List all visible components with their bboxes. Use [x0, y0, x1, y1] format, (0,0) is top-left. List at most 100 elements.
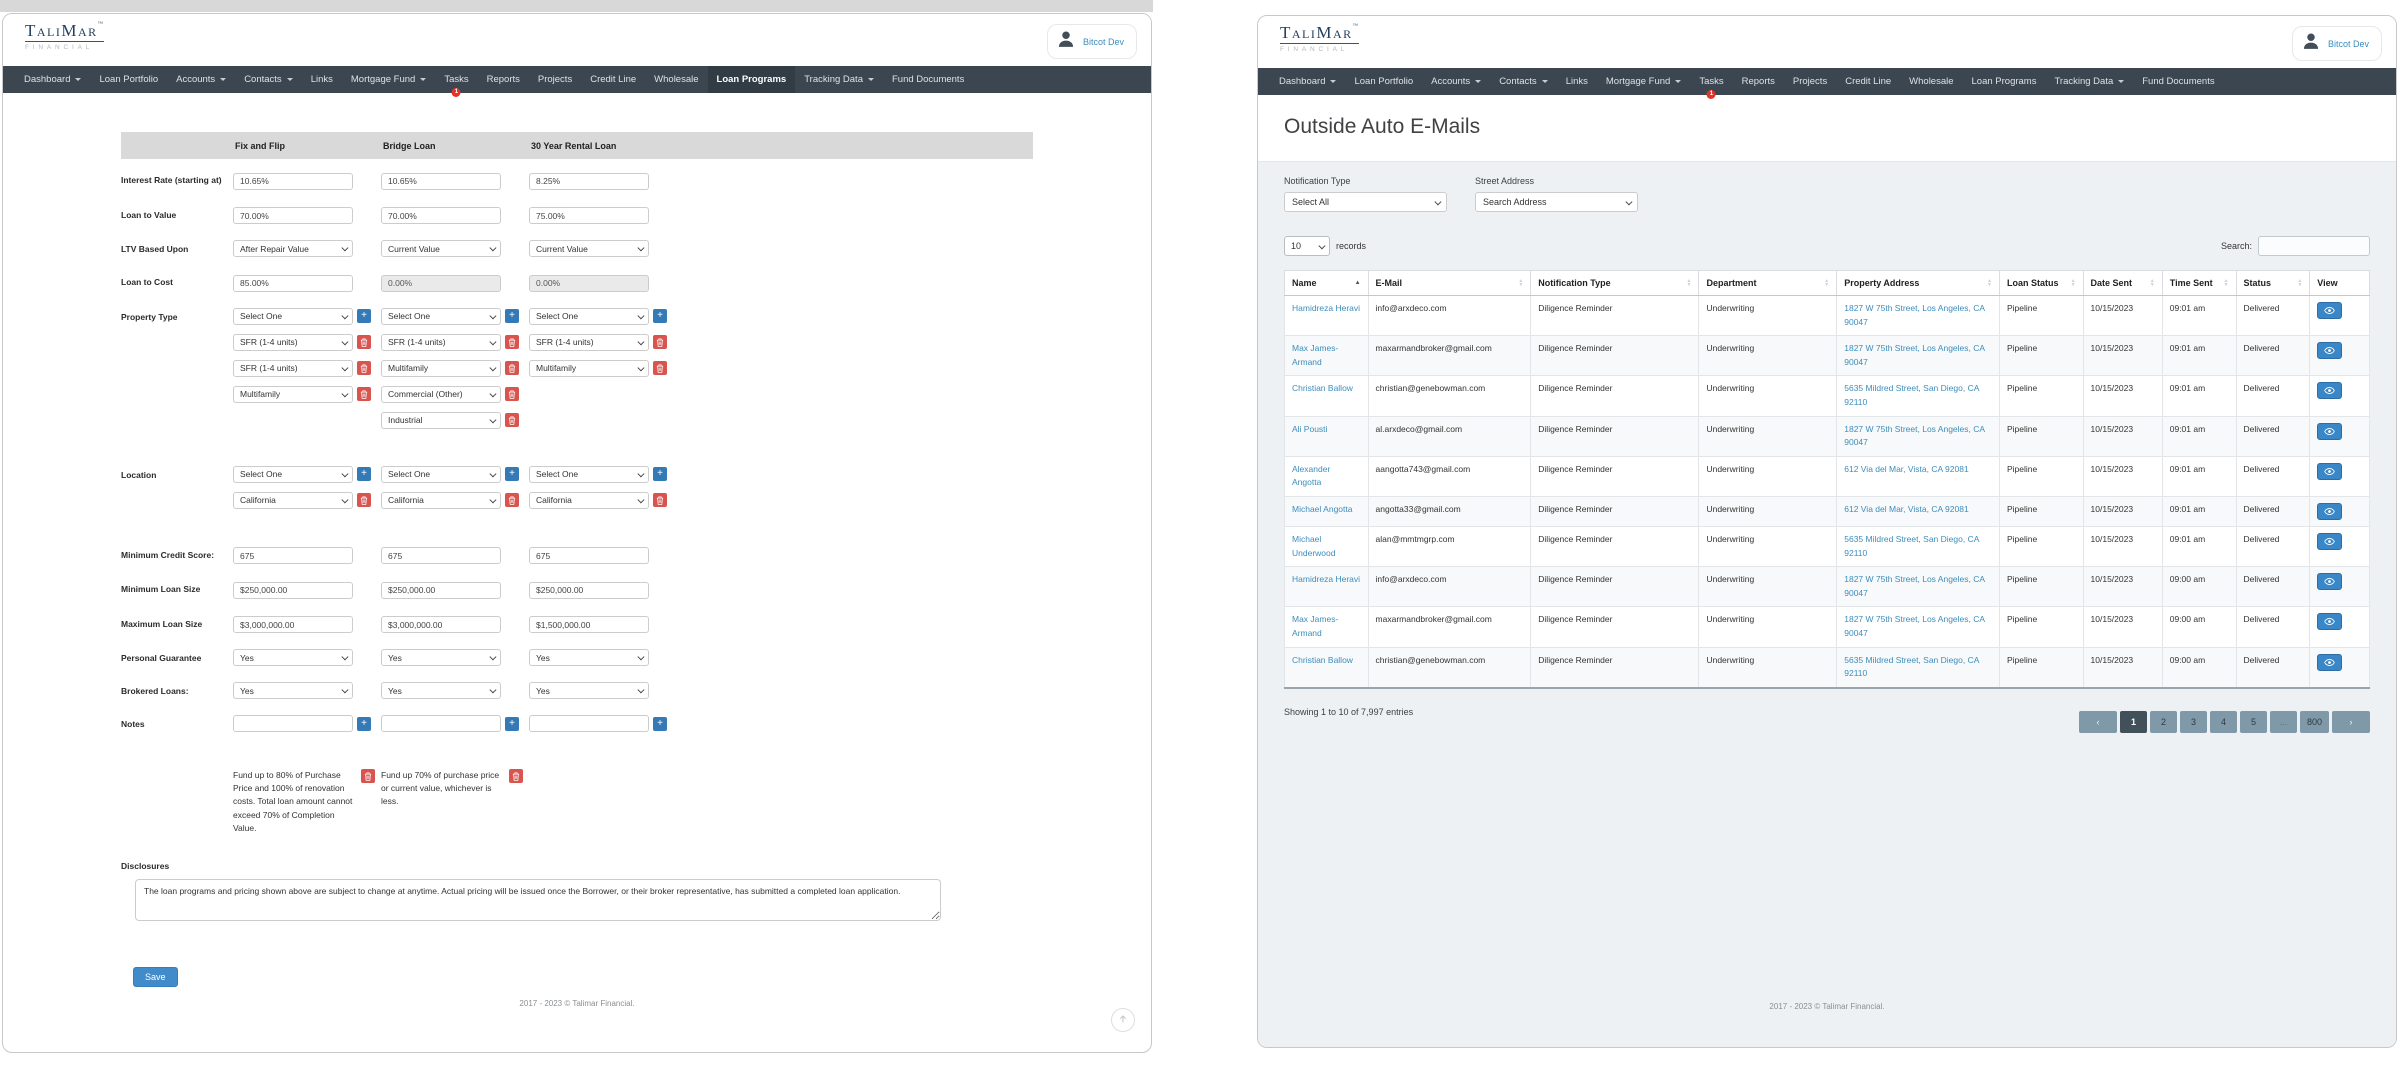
property-type-select[interactable]: SFR (1-4 units): [381, 334, 501, 351]
nav-item-contacts[interactable]: Contacts: [1490, 68, 1557, 95]
property-address-link[interactable]: 5635 Mildred Street, San Diego, CA 92110: [1844, 655, 1979, 679]
name-link[interactable]: Ali Pousti: [1292, 424, 1327, 434]
column-header-time-sent[interactable]: Time Sent▲▼: [2162, 271, 2236, 296]
add-option-button[interactable]: +: [505, 309, 519, 323]
location-select[interactable]: California: [381, 492, 501, 509]
view-email-button[interactable]: [2317, 573, 2342, 590]
view-email-button[interactable]: [2317, 302, 2342, 319]
property-type-select[interactable]: SFR (1-4 units): [529, 334, 649, 351]
nav-item-fund-documents[interactable]: Fund Documents: [883, 66, 973, 93]
property-address-link[interactable]: 612 Via del Mar, Vista, CA 92081: [1844, 504, 1968, 514]
property-address-link[interactable]: 1827 W 75th Street, Los Angeles, CA 9004…: [1844, 343, 1984, 367]
interest-rate-starting-at-input[interactable]: [381, 173, 501, 190]
maximum-loan-size-input[interactable]: [529, 616, 649, 633]
property-type-select[interactable]: Select One: [233, 308, 353, 325]
save-button[interactable]: Save: [133, 967, 178, 987]
column-header-date-sent[interactable]: Date Sent▲▼: [2083, 271, 2162, 296]
name-link[interactable]: Hamidreza Heravi: [1292, 303, 1360, 313]
pagination-page-5[interactable]: 5: [2240, 711, 2267, 733]
pagination-page-2[interactable]: 2: [2150, 711, 2177, 733]
nav-item-dashboard[interactable]: Dashboard: [15, 66, 90, 93]
nav-item-fund-documents[interactable]: Fund Documents: [2133, 68, 2223, 95]
nav-item-projects[interactable]: Projects: [529, 66, 581, 93]
property-address-link[interactable]: 5635 Mildred Street, San Diego, CA 92110: [1844, 383, 1979, 407]
location-select[interactable]: Select One: [233, 466, 353, 483]
scroll-top-button[interactable]: [1111, 1008, 1135, 1032]
name-link[interactable]: Michael Angotta: [1292, 504, 1352, 514]
add-option-button[interactable]: +: [505, 467, 519, 481]
view-email-button[interactable]: [2317, 382, 2342, 399]
location-select[interactable]: Select One: [529, 466, 649, 483]
loan-to-value-input[interactable]: [529, 207, 649, 224]
property-type-select[interactable]: Industrial: [381, 412, 501, 429]
records-per-page-select[interactable]: 10: [1284, 236, 1330, 256]
nav-item-links[interactable]: Links: [1557, 68, 1597, 95]
name-link[interactable]: Christian Ballow: [1292, 383, 1353, 393]
add-option-button[interactable]: +: [505, 717, 519, 731]
ltv-based-upon-select[interactable]: Current Value: [529, 240, 649, 257]
notes-input[interactable]: [233, 715, 353, 732]
location-select[interactable]: California: [233, 492, 353, 509]
nav-item-credit-line[interactable]: Credit Line: [581, 66, 645, 93]
delete-option-button[interactable]: [505, 387, 519, 401]
property-type-select[interactable]: Multifamily: [233, 386, 353, 403]
notes-input[interactable]: [529, 715, 649, 732]
name-link[interactable]: Christian Ballow: [1292, 655, 1353, 665]
view-email-button[interactable]: [2317, 654, 2342, 671]
view-email-button[interactable]: [2317, 533, 2342, 550]
personal-guarantee-select[interactable]: Yes: [233, 649, 353, 666]
brokered-loans-select[interactable]: Yes: [381, 682, 501, 699]
nav-item-mortgage-fund[interactable]: Mortgage Fund: [1597, 68, 1690, 95]
property-type-select[interactable]: SFR (1-4 units): [233, 360, 353, 377]
view-email-button[interactable]: [2317, 423, 2342, 440]
brokered-loans-select[interactable]: Yes: [529, 682, 649, 699]
column-header-status[interactable]: Status▲▼: [2236, 271, 2310, 296]
column-header-department[interactable]: Department▲▼: [1699, 271, 1837, 296]
view-email-button[interactable]: [2317, 613, 2342, 630]
nav-item-tracking-data[interactable]: Tracking Data: [795, 66, 883, 93]
property-address-link[interactable]: 1827 W 75th Street, Los Angeles, CA 9004…: [1844, 614, 1984, 638]
loan-to-value-input[interactable]: [233, 207, 353, 224]
nav-item-tasks[interactable]: Tasks1: [435, 66, 477, 93]
add-option-button[interactable]: +: [653, 467, 667, 481]
nav-item-dashboard[interactable]: Dashboard: [1270, 68, 1345, 95]
location-select[interactable]: Select One: [381, 466, 501, 483]
property-address-link[interactable]: 612 Via del Mar, Vista, CA 92081: [1844, 464, 1968, 474]
view-email-button[interactable]: [2317, 342, 2342, 359]
nav-item-accounts[interactable]: Accounts: [1422, 68, 1490, 95]
name-link[interactable]: Hamidreza Heravi: [1292, 574, 1360, 584]
name-link[interactable]: Max James-Armand: [1292, 343, 1338, 367]
nav-item-accounts[interactable]: Accounts: [167, 66, 235, 93]
add-option-button[interactable]: +: [653, 309, 667, 323]
minimum-loan-size-input[interactable]: [233, 582, 353, 599]
delete-option-button[interactable]: [653, 361, 667, 375]
delete-option-button[interactable]: [653, 335, 667, 349]
property-address-link[interactable]: 1827 W 75th Street, Los Angeles, CA 9004…: [1844, 574, 1984, 598]
delete-option-button[interactable]: [509, 769, 523, 783]
minimum-loan-size-input[interactable]: [529, 582, 649, 599]
delete-option-button[interactable]: [505, 335, 519, 349]
column-header-loan-status[interactable]: Loan Status▲▼: [2000, 271, 2084, 296]
pagination-prev-button[interactable]: ‹: [2079, 711, 2117, 733]
property-address-link[interactable]: 5635 Mildred Street, San Diego, CA 92110: [1844, 534, 1979, 558]
view-email-button[interactable]: [2317, 503, 2342, 520]
notification-type-select[interactable]: Select All: [1284, 192, 1447, 212]
user-menu[interactable]: Bitcot Dev: [1047, 24, 1137, 59]
add-option-button[interactable]: +: [357, 309, 371, 323]
property-address-link[interactable]: 1827 W 75th Street, Los Angeles, CA 9004…: [1844, 303, 1984, 327]
add-option-button[interactable]: +: [357, 467, 371, 481]
maximum-loan-size-input[interactable]: [381, 616, 501, 633]
add-option-button[interactable]: +: [653, 717, 667, 731]
notes-input[interactable]: [381, 715, 501, 732]
name-link[interactable]: Alexander Angotta: [1292, 464, 1330, 488]
delete-option-button[interactable]: [357, 387, 371, 401]
search-input[interactable]: [2258, 236, 2370, 256]
minimum-credit-score-input[interactable]: [529, 547, 649, 564]
talimar-logo[interactable]: TALIMAR™ FINANCIAL: [25, 22, 104, 51]
nav-item-loan-programs[interactable]: Loan Programs: [708, 66, 796, 93]
pagination-ellipsis[interactable]: ...: [2270, 711, 2297, 733]
personal-guarantee-select[interactable]: Yes: [529, 649, 649, 666]
delete-option-button[interactable]: [505, 493, 519, 507]
disclosures-textarea[interactable]: The loan programs and pricing shown abov…: [135, 879, 941, 921]
add-option-button[interactable]: +: [357, 717, 371, 731]
